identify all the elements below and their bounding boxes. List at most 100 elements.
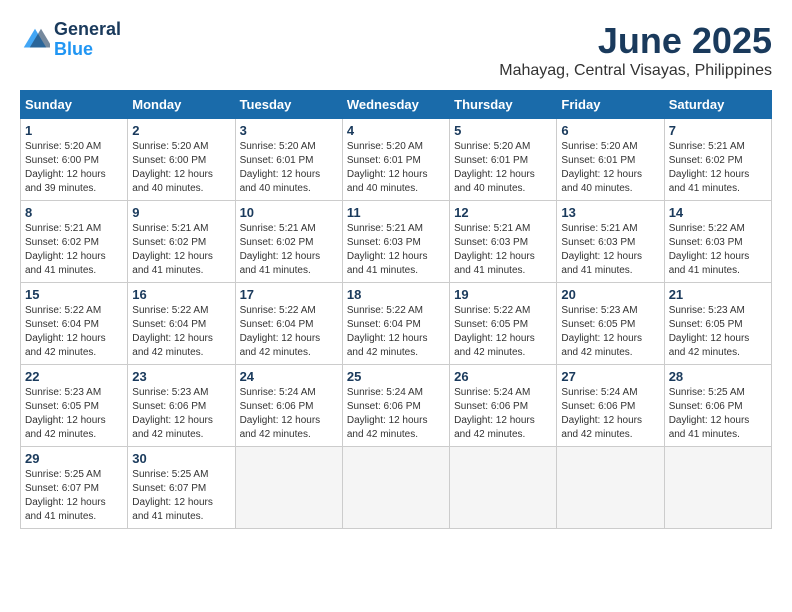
- table-row: 11 Sunrise: 5:21 AM Sunset: 6:03 PM Dayl…: [342, 201, 449, 283]
- day-number: 16: [132, 287, 230, 302]
- day-number: 30: [132, 451, 230, 466]
- day-info: Sunrise: 5:22 AM Sunset: 6:04 PM Dayligh…: [132, 304, 230, 360]
- table-row: 9 Sunrise: 5:21 AM Sunset: 6:02 PM Dayli…: [128, 201, 235, 283]
- day-info: Sunrise: 5:20 AM Sunset: 6:00 PM Dayligh…: [132, 140, 230, 196]
- table-row: 2 Sunrise: 5:20 AM Sunset: 6:00 PM Dayli…: [128, 119, 235, 201]
- day-info: Sunrise: 5:21 AM Sunset: 6:02 PM Dayligh…: [132, 222, 230, 278]
- day-info: Sunrise: 5:23 AM Sunset: 6:05 PM Dayligh…: [25, 386, 123, 442]
- day-number: 15: [25, 287, 123, 302]
- day-info: Sunrise: 5:24 AM Sunset: 6:06 PM Dayligh…: [454, 386, 552, 442]
- logo-text-blue: Blue: [54, 40, 121, 60]
- logo: General Blue: [20, 20, 121, 60]
- day-info: Sunrise: 5:21 AM Sunset: 6:03 PM Dayligh…: [347, 222, 445, 278]
- table-row: 3 Sunrise: 5:20 AM Sunset: 6:01 PM Dayli…: [235, 119, 342, 201]
- month-title: June 2025: [499, 20, 772, 62]
- table-row: 1 Sunrise: 5:20 AM Sunset: 6:00 PM Dayli…: [21, 119, 128, 201]
- day-info: Sunrise: 5:21 AM Sunset: 6:02 PM Dayligh…: [669, 140, 767, 196]
- header: General Blue June 2025 Mahayag, Central …: [20, 20, 772, 80]
- table-row: 20 Sunrise: 5:23 AM Sunset: 6:05 PM Dayl…: [557, 283, 664, 365]
- day-info: Sunrise: 5:24 AM Sunset: 6:06 PM Dayligh…: [240, 386, 338, 442]
- table-row: 25 Sunrise: 5:24 AM Sunset: 6:06 PM Dayl…: [342, 365, 449, 447]
- day-number: 1: [25, 123, 123, 138]
- col-wednesday: Wednesday: [342, 91, 449, 119]
- day-number: 11: [347, 205, 445, 220]
- calendar-week-row: 8 Sunrise: 5:21 AM Sunset: 6:02 PM Dayli…: [21, 201, 772, 283]
- table-row: 18 Sunrise: 5:22 AM Sunset: 6:04 PM Dayl…: [342, 283, 449, 365]
- day-info: Sunrise: 5:22 AM Sunset: 6:05 PM Dayligh…: [454, 304, 552, 360]
- table-row: 8 Sunrise: 5:21 AM Sunset: 6:02 PM Dayli…: [21, 201, 128, 283]
- day-info: Sunrise: 5:22 AM Sunset: 6:04 PM Dayligh…: [240, 304, 338, 360]
- day-info: Sunrise: 5:20 AM Sunset: 6:01 PM Dayligh…: [454, 140, 552, 196]
- day-info: Sunrise: 5:22 AM Sunset: 6:04 PM Dayligh…: [347, 304, 445, 360]
- logo-text-general: General: [54, 20, 121, 40]
- day-number: 12: [454, 205, 552, 220]
- day-number: 10: [240, 205, 338, 220]
- day-number: 9: [132, 205, 230, 220]
- day-number: 25: [347, 369, 445, 384]
- day-number: 14: [669, 205, 767, 220]
- day-info: Sunrise: 5:23 AM Sunset: 6:06 PM Dayligh…: [132, 386, 230, 442]
- col-tuesday: Tuesday: [235, 91, 342, 119]
- day-number: 27: [561, 369, 659, 384]
- day-number: 22: [25, 369, 123, 384]
- col-sunday: Sunday: [21, 91, 128, 119]
- day-number: 6: [561, 123, 659, 138]
- table-row: 17 Sunrise: 5:22 AM Sunset: 6:04 PM Dayl…: [235, 283, 342, 365]
- table-row: 7 Sunrise: 5:21 AM Sunset: 6:02 PM Dayli…: [664, 119, 771, 201]
- location-title: Mahayag, Central Visayas, Philippines: [499, 62, 772, 80]
- page-container: General Blue June 2025 Mahayag, Central …: [20, 20, 772, 529]
- day-info: Sunrise: 5:24 AM Sunset: 6:06 PM Dayligh…: [561, 386, 659, 442]
- day-info: Sunrise: 5:20 AM Sunset: 6:01 PM Dayligh…: [347, 140, 445, 196]
- table-row: [235, 447, 342, 529]
- table-row: 27 Sunrise: 5:24 AM Sunset: 6:06 PM Dayl…: [557, 365, 664, 447]
- table-row: [342, 447, 449, 529]
- day-info: Sunrise: 5:23 AM Sunset: 6:05 PM Dayligh…: [669, 304, 767, 360]
- day-info: Sunrise: 5:21 AM Sunset: 6:03 PM Dayligh…: [561, 222, 659, 278]
- day-number: 19: [454, 287, 552, 302]
- calendar-header-row: Sunday Monday Tuesday Wednesday Thursday…: [21, 91, 772, 119]
- day-number: 2: [132, 123, 230, 138]
- table-row: 4 Sunrise: 5:20 AM Sunset: 6:01 PM Dayli…: [342, 119, 449, 201]
- day-info: Sunrise: 5:20 AM Sunset: 6:01 PM Dayligh…: [240, 140, 338, 196]
- table-row: 12 Sunrise: 5:21 AM Sunset: 6:03 PM Dayl…: [450, 201, 557, 283]
- table-row: 6 Sunrise: 5:20 AM Sunset: 6:01 PM Dayli…: [557, 119, 664, 201]
- day-info: Sunrise: 5:20 AM Sunset: 6:00 PM Dayligh…: [25, 140, 123, 196]
- day-info: Sunrise: 5:22 AM Sunset: 6:04 PM Dayligh…: [25, 304, 123, 360]
- col-saturday: Saturday: [664, 91, 771, 119]
- day-number: 8: [25, 205, 123, 220]
- table-row: 15 Sunrise: 5:22 AM Sunset: 6:04 PM Dayl…: [21, 283, 128, 365]
- col-friday: Friday: [557, 91, 664, 119]
- day-number: 20: [561, 287, 659, 302]
- day-number: 21: [669, 287, 767, 302]
- table-row: [664, 447, 771, 529]
- title-section: June 2025 Mahayag, Central Visayas, Phil…: [499, 20, 772, 80]
- table-row: [557, 447, 664, 529]
- table-row: 30 Sunrise: 5:25 AM Sunset: 6:07 PM Dayl…: [128, 447, 235, 529]
- day-number: 24: [240, 369, 338, 384]
- calendar-week-row: 1 Sunrise: 5:20 AM Sunset: 6:00 PM Dayli…: [21, 119, 772, 201]
- day-number: 26: [454, 369, 552, 384]
- table-row: 21 Sunrise: 5:23 AM Sunset: 6:05 PM Dayl…: [664, 283, 771, 365]
- col-monday: Monday: [128, 91, 235, 119]
- calendar-week-row: 29 Sunrise: 5:25 AM Sunset: 6:07 PM Dayl…: [21, 447, 772, 529]
- table-row: 28 Sunrise: 5:25 AM Sunset: 6:06 PM Dayl…: [664, 365, 771, 447]
- day-info: Sunrise: 5:25 AM Sunset: 6:06 PM Dayligh…: [669, 386, 767, 442]
- table-row: 19 Sunrise: 5:22 AM Sunset: 6:05 PM Dayl…: [450, 283, 557, 365]
- day-info: Sunrise: 5:21 AM Sunset: 6:02 PM Dayligh…: [25, 222, 123, 278]
- table-row: [450, 447, 557, 529]
- table-row: 14 Sunrise: 5:22 AM Sunset: 6:03 PM Dayl…: [664, 201, 771, 283]
- day-info: Sunrise: 5:22 AM Sunset: 6:03 PM Dayligh…: [669, 222, 767, 278]
- day-number: 13: [561, 205, 659, 220]
- calendar-week-row: 22 Sunrise: 5:23 AM Sunset: 6:05 PM Dayl…: [21, 365, 772, 447]
- day-info: Sunrise: 5:21 AM Sunset: 6:02 PM Dayligh…: [240, 222, 338, 278]
- day-info: Sunrise: 5:23 AM Sunset: 6:05 PM Dayligh…: [561, 304, 659, 360]
- day-info: Sunrise: 5:20 AM Sunset: 6:01 PM Dayligh…: [561, 140, 659, 196]
- day-number: 28: [669, 369, 767, 384]
- calendar-table: Sunday Monday Tuesday Wednesday Thursday…: [20, 90, 772, 529]
- day-info: Sunrise: 5:24 AM Sunset: 6:06 PM Dayligh…: [347, 386, 445, 442]
- calendar-week-row: 15 Sunrise: 5:22 AM Sunset: 6:04 PM Dayl…: [21, 283, 772, 365]
- table-row: 13 Sunrise: 5:21 AM Sunset: 6:03 PM Dayl…: [557, 201, 664, 283]
- day-number: 5: [454, 123, 552, 138]
- day-info: Sunrise: 5:25 AM Sunset: 6:07 PM Dayligh…: [132, 468, 230, 524]
- table-row: 22 Sunrise: 5:23 AM Sunset: 6:05 PM Dayl…: [21, 365, 128, 447]
